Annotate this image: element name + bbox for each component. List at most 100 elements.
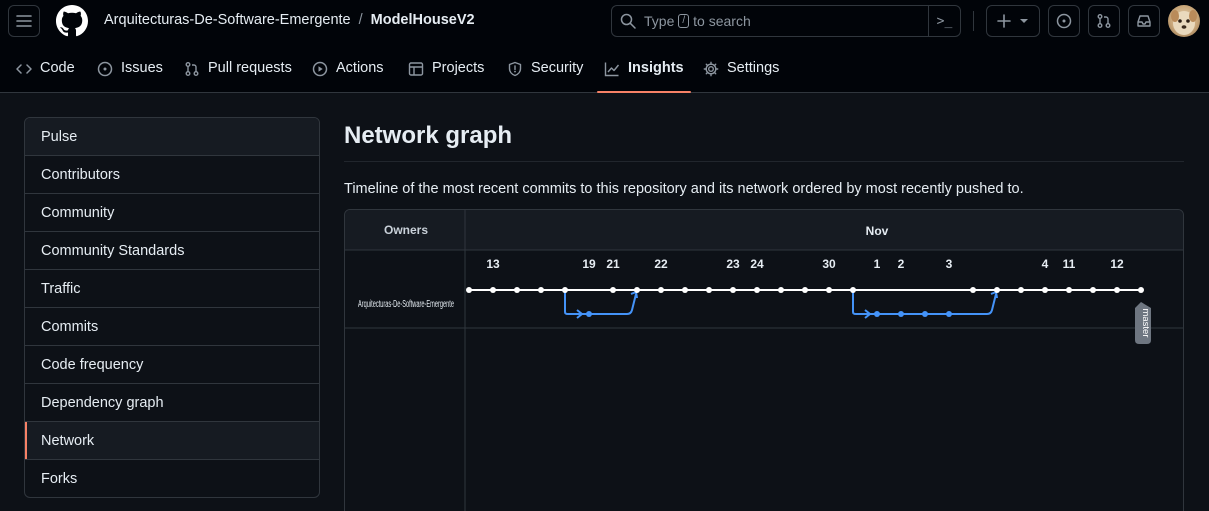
day-label: 4 xyxy=(1042,257,1049,271)
sidebar-item-traffic[interactable]: Traffic xyxy=(25,270,319,308)
sidebar-item-network[interactable]: Network xyxy=(25,422,319,460)
sidebar-item-forks[interactable]: Forks xyxy=(25,460,319,497)
graph-icon xyxy=(604,62,620,77)
menu-button[interactable] xyxy=(8,5,40,37)
commit-dot[interactable] xyxy=(1138,287,1144,293)
commit-dot[interactable] xyxy=(898,311,904,317)
commit-dot[interactable] xyxy=(802,287,808,293)
hamburger-icon xyxy=(16,15,32,27)
day-label: 24 xyxy=(750,257,764,271)
network-graph[interactable]: Owners Nov Arquitecturas-De-Software-Eme… xyxy=(344,209,1184,511)
github-logo-icon[interactable] xyxy=(56,5,88,37)
breadcrumb-owner-link[interactable]: Arquitecturas-De-Software-Emergente xyxy=(104,12,351,28)
commit-dot[interactable] xyxy=(1066,287,1072,293)
triangle-down-icon xyxy=(1020,19,1028,23)
issues-button[interactable] xyxy=(1048,5,1080,37)
commit-dot[interactable] xyxy=(1042,287,1048,293)
commit-dot[interactable] xyxy=(562,287,568,293)
commit-dot[interactable] xyxy=(754,287,760,293)
branch-label-master[interactable]: master xyxy=(1135,302,1151,344)
search-icon xyxy=(620,13,636,29)
tab-settings-label: Settings xyxy=(727,60,780,76)
top-bar: Arquitecturas-De-Software-Emergente / Mo… xyxy=(0,0,1209,44)
owner-name[interactable]: Arquitecturas-De-Software-Emergente xyxy=(358,299,454,310)
commit-dot[interactable] xyxy=(922,311,928,317)
sidebar-item-community-standards[interactable]: Community Standards xyxy=(25,232,319,270)
user-avatar[interactable] xyxy=(1168,5,1200,37)
commit-dot[interactable] xyxy=(826,287,832,293)
commit-dot[interactable] xyxy=(850,287,856,293)
commit-dot[interactable] xyxy=(730,287,736,293)
tab-insights[interactable]: Insights xyxy=(597,52,691,93)
day-label: 30 xyxy=(822,257,836,271)
tab-settings[interactable]: Settings xyxy=(703,52,779,93)
global-header: Arquitecturas-De-Software-Emergente / Mo… xyxy=(0,0,1209,93)
breadcrumb-repo-link[interactable]: ModelHouseV2 xyxy=(371,12,475,28)
sidebar-item-pulse[interactable]: Pulse xyxy=(25,118,319,156)
feature-branch-line-1 xyxy=(564,290,637,315)
create-new-button[interactable] xyxy=(986,5,1040,37)
search-placeholder-prefix: Type xyxy=(644,13,675,29)
commit-dot[interactable] xyxy=(490,287,496,293)
owners-column xyxy=(345,250,465,511)
day-label: 21 xyxy=(606,257,620,271)
sidebar-item-code-frequency[interactable]: Code frequency xyxy=(25,346,319,384)
gear-icon xyxy=(703,61,719,77)
day-label: 12 xyxy=(1110,257,1124,271)
commit-dot[interactable] xyxy=(1114,287,1120,293)
inbox-button[interactable] xyxy=(1128,5,1160,37)
feature-branch-line-2 xyxy=(852,290,997,315)
commit-dot[interactable] xyxy=(610,287,616,293)
commit-dot[interactable] xyxy=(706,287,712,293)
page-title: Network graph xyxy=(344,122,513,149)
network-graph-canvas[interactable]: Owners Nov Arquitecturas-De-Software-Eme… xyxy=(345,210,1184,511)
merge-arrow-icon xyxy=(630,290,638,299)
commit-dot[interactable] xyxy=(994,287,1000,293)
issue-opened-icon xyxy=(97,61,113,77)
page-description: Timeline of the most recent commits to t… xyxy=(344,181,1024,197)
tab-actions[interactable]: Actions xyxy=(312,52,384,93)
breadcrumb: Arquitecturas-De-Software-Emergente / Mo… xyxy=(104,12,475,28)
search-shortcut-key: / xyxy=(678,14,690,28)
search-placeholder-suffix: to search xyxy=(693,13,751,29)
commit-dot[interactable] xyxy=(946,311,952,317)
sidebar-item-dependency-graph[interactable]: Dependency graph xyxy=(25,384,319,422)
command-palette-icon[interactable]: >_ xyxy=(928,6,960,36)
pull-requests-button[interactable] xyxy=(1088,5,1120,37)
tab-projects[interactable]: Projects xyxy=(408,52,484,93)
play-icon xyxy=(312,61,328,77)
commit-dot[interactable] xyxy=(970,287,976,293)
commit-dot[interactable] xyxy=(586,311,592,317)
merge-arrow-icon xyxy=(990,290,998,299)
shield-icon xyxy=(508,61,522,77)
day-label: 11 xyxy=(1063,257,1076,271)
commit-dot[interactable] xyxy=(466,287,472,293)
commit-edges xyxy=(469,289,1141,319)
sidebar-item-commits[interactable]: Commits xyxy=(25,308,319,346)
sidebar-item-community[interactable]: Community xyxy=(25,194,319,232)
commit-dot[interactable] xyxy=(1018,287,1024,293)
repo-nav-tabs: Code Issues Pull requests Actions Projec… xyxy=(0,52,1209,93)
tab-pull-requests[interactable]: Pull requests xyxy=(184,52,292,93)
commit-dot[interactable] xyxy=(658,287,664,293)
title-divider xyxy=(344,161,1184,162)
commit-dot[interactable] xyxy=(538,287,544,293)
inbox-icon xyxy=(1137,15,1151,27)
day-label: 2 xyxy=(898,257,905,271)
commit-dot[interactable] xyxy=(1090,287,1096,293)
tab-security-label: Security xyxy=(531,60,584,76)
search-input[interactable]: Type / to search >_ xyxy=(611,5,961,37)
commit-dot[interactable] xyxy=(778,287,784,293)
month-label: Nov xyxy=(866,224,889,238)
sidebar-item-contributors[interactable]: Contributors xyxy=(25,156,319,194)
tab-actions-label: Actions xyxy=(336,60,384,76)
tab-issues[interactable]: Issues xyxy=(97,52,163,93)
commit-dot[interactable] xyxy=(682,287,688,293)
tab-code[interactable]: Code xyxy=(16,52,75,93)
day-label: 3 xyxy=(946,257,953,271)
tab-security[interactable]: Security xyxy=(507,52,583,93)
commit-dot[interactable] xyxy=(634,287,640,293)
commit-dot[interactable] xyxy=(874,311,880,317)
branch-label-text: master xyxy=(1140,308,1151,337)
commit-dot[interactable] xyxy=(514,287,520,293)
